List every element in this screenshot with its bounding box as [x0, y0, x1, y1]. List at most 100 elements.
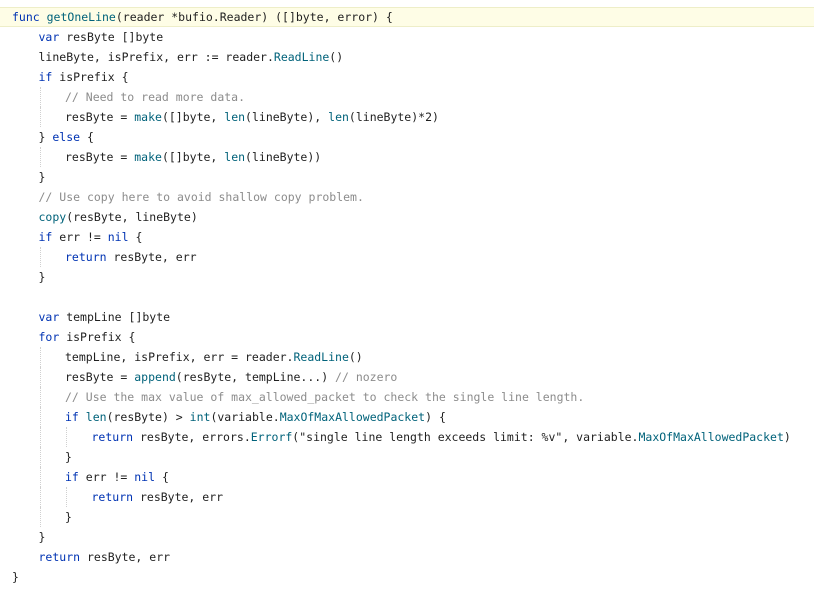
code-line[interactable]: // Use the max value of max_allowed_pack… — [0, 387, 814, 407]
code-token-keyword: var — [38, 310, 67, 324]
code-line[interactable]: func getOneLine(reader *bufio.Reader) ([… — [0, 7, 814, 27]
code-line-text: if err != nil { — [39, 227, 143, 247]
code-token-plain: (resByte, lineByte) — [66, 210, 198, 224]
code-editor[interactable]: func getOneLine(reader *bufio.Reader) ([… — [0, 0, 814, 604]
code-token-plain: (resByte) > — [106, 410, 190, 424]
code-token-plain: } — [12, 570, 19, 584]
code-line[interactable]: } — [0, 567, 814, 587]
code-line[interactable]: resByte = append(resByte, tempLine...) /… — [0, 367, 814, 387]
code-token-plain: (lineByte)) — [245, 150, 322, 164]
code-token-plain: err != — [85, 470, 135, 484]
code-token-keyword: nil — [107, 230, 129, 244]
code-token-keyword: nil — [134, 470, 156, 484]
code-line[interactable]: if isPrefix { — [0, 67, 814, 87]
code-line-text: // Use the max value of max_allowed_pack… — [65, 387, 584, 407]
code-token-keyword: return — [91, 490, 140, 504]
code-line[interactable]: tempLine, isPrefix, err = reader.ReadLin… — [0, 347, 814, 367]
code-line[interactable]: } else { — [0, 127, 814, 147]
indent-guide — [39, 447, 41, 467]
code-token-comment: // nozero — [335, 370, 398, 384]
code-token-plain: { — [155, 470, 169, 484]
code-token-plain: (lineByte)*2) — [348, 110, 439, 124]
code-token-plain: resByte = — [65, 110, 135, 124]
code-line[interactable]: } — [0, 167, 814, 187]
code-token-function: getOneLine — [46, 10, 116, 24]
code-token-function: len — [224, 110, 246, 124]
code-token-plain: } — [65, 450, 72, 464]
code-line-text: if isPrefix { — [39, 67, 129, 87]
code-token-function: len — [328, 110, 349, 124]
code-line[interactable]: lineByte, isPrefix, err := reader.ReadLi… — [0, 47, 814, 67]
code-line-text: resByte = make([]byte, len(lineByte)) — [65, 147, 321, 167]
code-line[interactable]: for isPrefix { — [0, 327, 814, 347]
code-line-blank[interactable] — [0, 287, 814, 307]
indent-guide — [39, 247, 41, 267]
code-token-plain: ("single line length exceeds limit: %v",… — [292, 430, 639, 444]
code-token-plain: ) { — [425, 410, 446, 424]
code-line[interactable]: if len(resByte) > int(variable.MaxOfMaxA… — [0, 407, 814, 427]
code-token-plain: } — [38, 270, 46, 284]
code-token-keyword: return — [65, 250, 114, 264]
indent-guide — [39, 467, 41, 487]
code-token-plain: resByte, err — [139, 490, 224, 504]
code-line-text: } — [65, 447, 72, 467]
code-token-keyword: for — [38, 330, 67, 344]
code-line[interactable]: resByte = make([]byte, len(lineByte)) — [0, 147, 814, 167]
code-token-plain: { — [128, 230, 143, 244]
code-token-function: len — [224, 150, 246, 164]
code-token-plain: resByte, errors. — [139, 430, 251, 444]
indent-guide — [39, 487, 41, 507]
code-line[interactable]: return resByte, err — [0, 487, 814, 507]
code-line[interactable]: resByte = make([]byte, len(lineByte), le… — [0, 107, 814, 127]
code-line[interactable]: return resByte, errors.Errorf("single li… — [0, 427, 814, 447]
code-line-text: } else { — [39, 127, 94, 147]
code-token-keyword: if — [65, 410, 86, 424]
code-line-text: lineByte, isPrefix, err := reader.ReadLi… — [39, 47, 344, 67]
indent-guide — [66, 487, 67, 507]
code-token-plain: ([]byte, — [161, 150, 225, 164]
code-line-text: copy(resByte, lineByte) — [39, 207, 198, 227]
indent-guide — [39, 427, 41, 447]
code-token-plain: } — [38, 530, 46, 544]
code-token-comment: // Need to read more data. — [65, 90, 246, 104]
code-line[interactable]: var resByte []byte — [0, 27, 814, 47]
code-line-text: var tempLine []byte — [39, 307, 171, 327]
code-line[interactable]: return resByte, err — [0, 547, 814, 567]
code-token-plain: resByte = — [65, 370, 135, 384]
code-line[interactable]: copy(resByte, lineByte) — [0, 207, 814, 227]
code-line-text: } — [39, 267, 46, 287]
code-line-text: return resByte, err — [92, 487, 224, 507]
code-line-text: // Need to read more data. — [65, 87, 245, 107]
indent-guide — [39, 387, 41, 407]
code-token-keyword: else — [52, 130, 81, 144]
code-token-plain: } — [38, 130, 53, 144]
code-line-text: for isPrefix { — [39, 327, 136, 347]
code-line[interactable]: var tempLine []byte — [0, 307, 814, 327]
code-token-function: int — [189, 410, 211, 424]
code-token-plain: { — [80, 130, 94, 144]
code-token-plain: tempLine, isPrefix, err = reader. — [65, 350, 294, 364]
code-line[interactable]: // Need to read more data. — [0, 87, 814, 107]
code-line[interactable]: if err != nil { — [0, 227, 814, 247]
code-token-plain: ) — [783, 430, 791, 444]
code-line-text: } — [65, 507, 72, 527]
code-token-keyword: func — [12, 10, 47, 24]
indent-guide — [66, 427, 67, 447]
code-token-function: append — [134, 370, 176, 384]
code-token-comment: // Use copy here to avoid shallow copy p… — [38, 190, 364, 204]
code-line[interactable]: } — [0, 527, 814, 547]
code-line[interactable]: return resByte, err — [0, 247, 814, 267]
indent-guide — [39, 507, 41, 527]
code-line-text: if len(resByte) > int(variable.MaxOfMaxA… — [65, 407, 446, 427]
code-line-text: return resByte, errors.Errorf("single li… — [92, 427, 791, 447]
code-line[interactable]: } — [0, 507, 814, 527]
code-line-text: } — [12, 567, 19, 587]
code-line-text: } — [39, 527, 46, 547]
code-line[interactable]: if err != nil { — [0, 467, 814, 487]
code-line-text: } — [39, 167, 46, 187]
code-token-plain: isPrefix { — [66, 330, 136, 344]
code-line[interactable]: // Use copy here to avoid shallow copy p… — [0, 187, 814, 207]
code-line[interactable]: } — [0, 447, 814, 467]
code-token-keyword: if — [65, 470, 86, 484]
code-line[interactable]: } — [0, 267, 814, 287]
